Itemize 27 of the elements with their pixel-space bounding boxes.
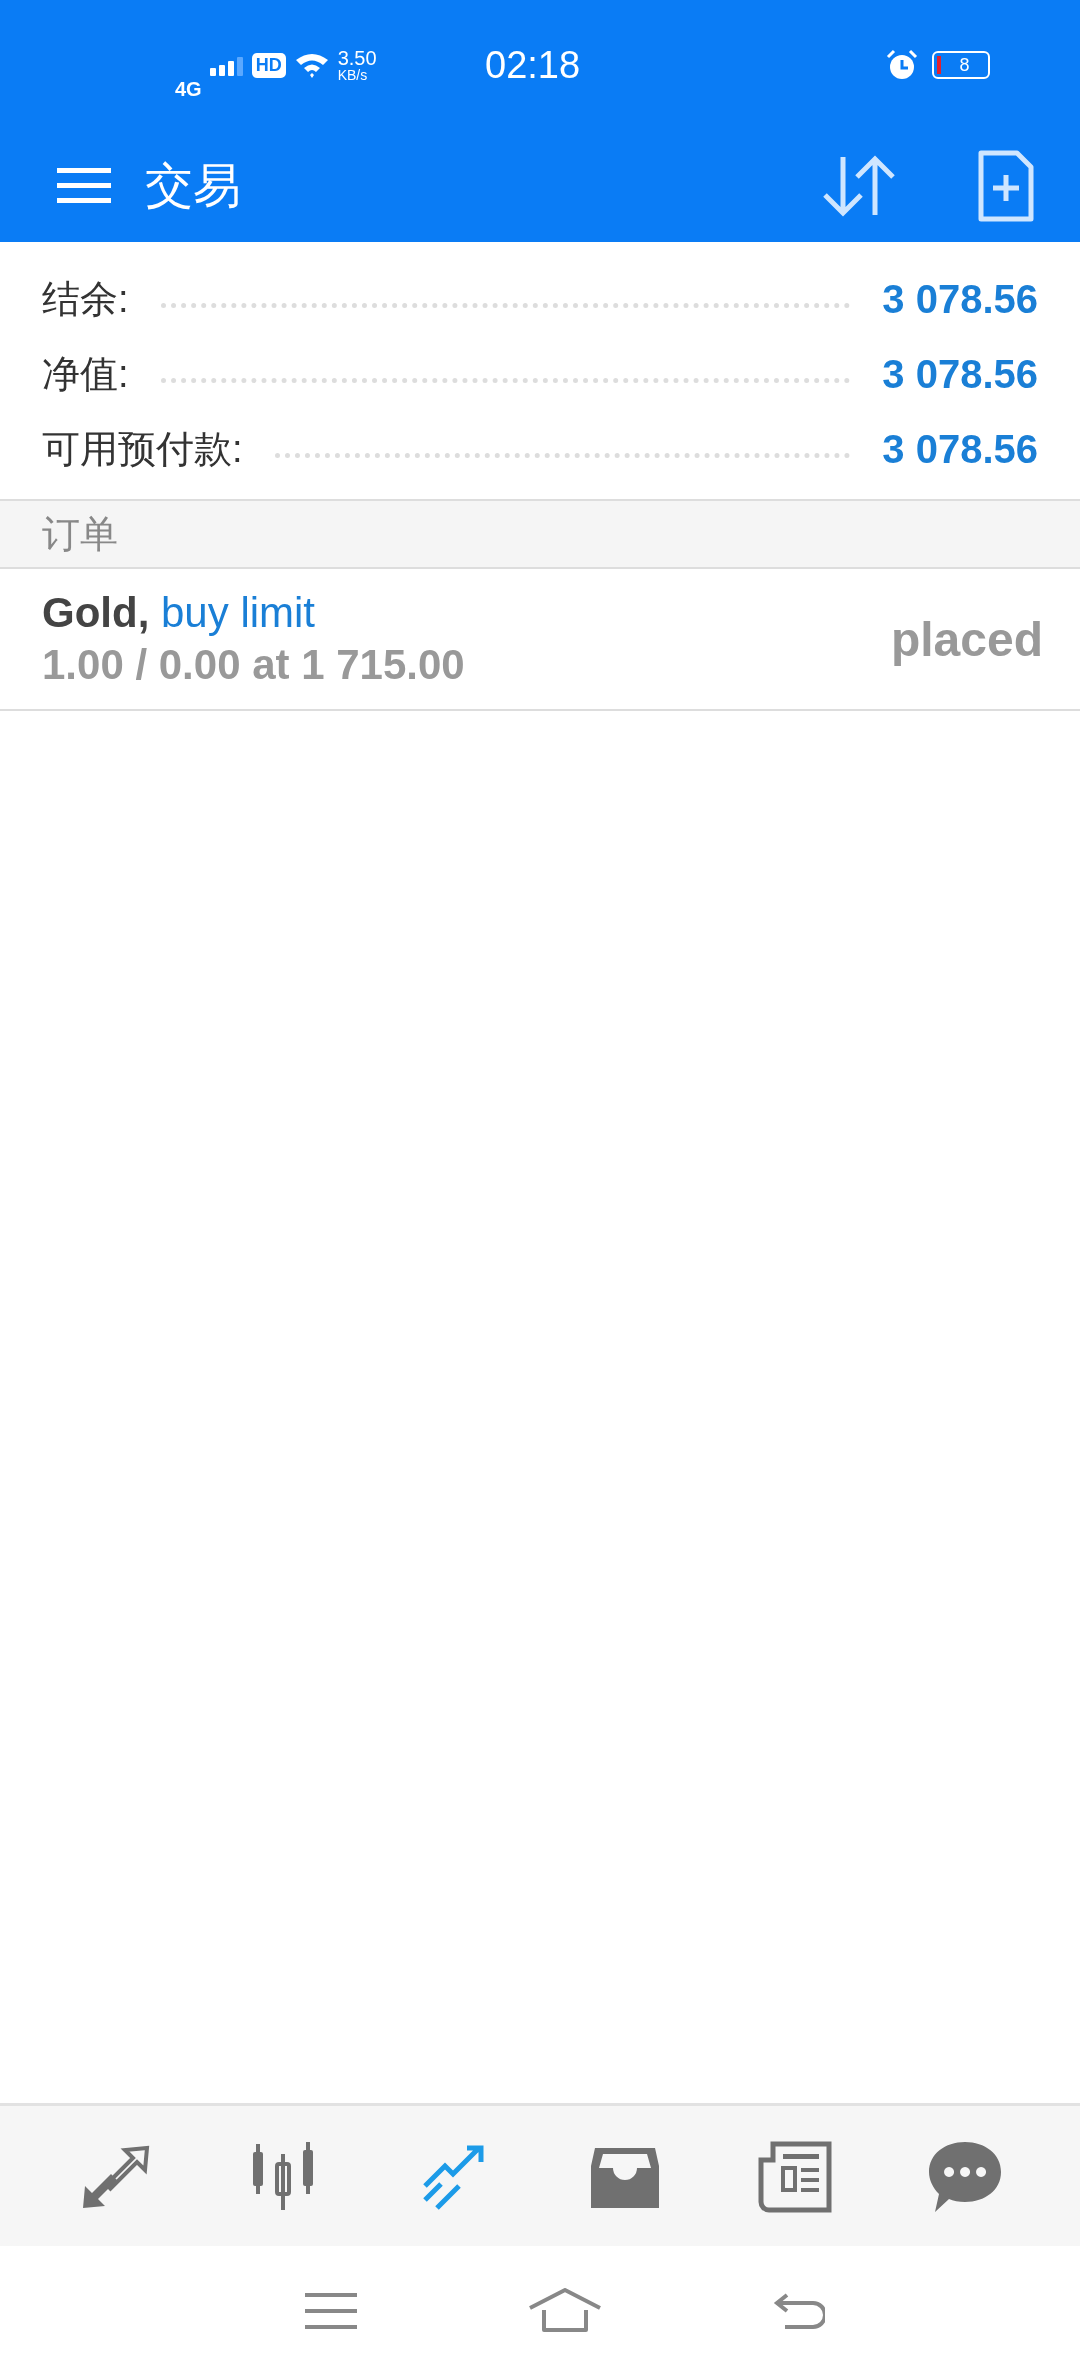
order-row[interactable]: Gold, buy limit 1.00 / 0.00 at 1 715.00 placed bbox=[0, 569, 1080, 711]
speed-unit: KB/s bbox=[337, 68, 369, 82]
section-header: 订单 bbox=[0, 501, 1080, 569]
hd-badge: HD bbox=[251, 52, 286, 78]
summary-value: 3 078.56 bbox=[882, 352, 1038, 397]
recents-icon[interactable] bbox=[305, 2291, 358, 2331]
alarm-icon bbox=[886, 49, 918, 81]
summary-label: 结余: bbox=[42, 277, 129, 322]
sort-icon[interactable] bbox=[821, 153, 897, 219]
summary-label: 可用预付款: bbox=[42, 427, 243, 472]
home-icon[interactable] bbox=[528, 2288, 602, 2334]
order-status: placed bbox=[890, 611, 1043, 667]
summary-label: 净值: bbox=[42, 352, 129, 397]
order-type: buy limit bbox=[161, 589, 316, 636]
screen-title: 交易 bbox=[145, 158, 241, 214]
menu-icon[interactable] bbox=[57, 166, 111, 206]
clock: 02:18 bbox=[485, 43, 582, 87]
summary-value: 3 078.56 bbox=[882, 277, 1038, 322]
back-icon[interactable] bbox=[772, 2291, 825, 2331]
battery-icon: 8 bbox=[932, 51, 990, 79]
new-document-icon[interactable] bbox=[977, 149, 1035, 223]
speed-value: 3.50 bbox=[337, 48, 377, 68]
summary-value: 3 078.56 bbox=[882, 427, 1038, 472]
network-type: 4G bbox=[175, 77, 202, 101]
order-details: 1.00 / 0.00 at 1 715.00 bbox=[42, 640, 466, 690]
order-symbol: Gold, bbox=[42, 589, 150, 636]
signal-icon bbox=[209, 54, 244, 76]
